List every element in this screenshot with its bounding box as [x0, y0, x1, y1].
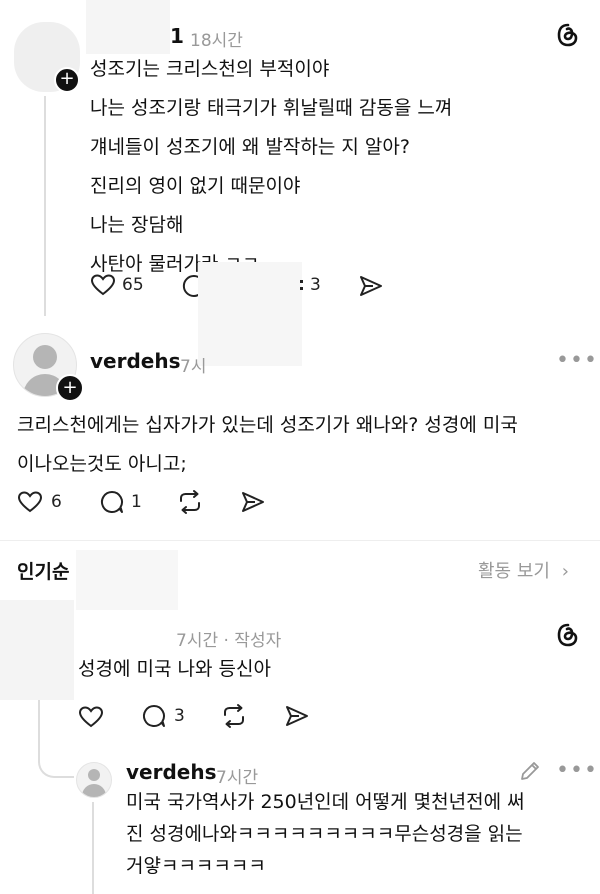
repost-icon[interactable] [300, 280, 303, 283]
share-icon[interactable] [284, 704, 310, 728]
chevron-right-icon: › [561, 561, 569, 582]
more-options-icon[interactable]: ••• [556, 760, 598, 782]
reply-text: 성경에 미국 나와 등신아 [78, 658, 271, 680]
threads-logo-icon [555, 622, 581, 648]
more-options-icon[interactable]: ••• [556, 350, 598, 372]
post-time: 7시 [180, 357, 207, 377]
divider [0, 540, 600, 541]
view-activity-label: 활동 보기 [478, 561, 550, 582]
view-activity-link[interactable]: 활동 보기 › [478, 557, 569, 583]
threads-logo-icon [555, 22, 581, 48]
like-count: 6 [51, 492, 62, 512]
avatar[interactable] [76, 762, 112, 798]
repost-icon[interactable] [220, 703, 248, 729]
thread-connector [92, 802, 94, 894]
redacted-avatar[interactable] [0, 600, 74, 700]
repost-icon[interactable] [176, 489, 204, 515]
username[interactable]: verdehs [90, 349, 181, 373]
heart-icon[interactable] [90, 273, 116, 297]
thread-connector [38, 700, 74, 778]
post-line: 성조기는 크리스천의 부적이야 [90, 58, 330, 80]
reply-line: 미국 국가역사가 250년인데 어떻게 몇천년전에 써 [126, 791, 525, 813]
redacted-block [76, 550, 178, 610]
share-icon[interactable] [358, 274, 384, 298]
post-line: 나는 장담해 [90, 214, 184, 236]
heart-icon[interactable] [78, 705, 104, 729]
reply-line: 거얗ㅋㅋㅋㅋㅋㅋ [126, 855, 266, 877]
reply-meta: 7시간 · 작성자 [176, 631, 282, 651]
post-line: 진리의 영이 없기 때문이야 [90, 175, 301, 197]
username[interactable]: verdehs [126, 760, 217, 784]
comment-icon[interactable] [99, 489, 125, 515]
reply-line: 진 성경에나와ㅋㅋㅋㅋㅋㅋㅋㅋㅋ무슨성경을 읽는 [126, 823, 523, 845]
post-line: 나는 성조기랑 태극기가 휘날릴때 감동을 느껴 [90, 97, 453, 119]
sort-popular-label[interactable]: 인기순 [17, 557, 69, 584]
like-count: 65 [122, 275, 144, 295]
post-line: 이나오는것도 아니고; [17, 453, 187, 475]
redacted-block [198, 262, 302, 366]
thread-connector [44, 96, 46, 316]
post-body: 성조기는 크리스천의 부적이야 나는 성조기랑 태극기가 휘날릴때 감동을 느껴… [90, 50, 452, 284]
comment-count: 3 [174, 706, 185, 726]
repost-count: 3 [310, 275, 321, 295]
post-body: 크리스천에게는 십자가가 있는데 성조기가 왜나와? 성경에 미국 이나오는것도… [17, 406, 518, 484]
follow-plus-icon[interactable]: + [54, 67, 80, 93]
redacted-username [86, 0, 170, 54]
post-line: 걔네들이 성조기에 왜 발작하는 지 알아? [90, 136, 410, 158]
reply-time: 7시간 [216, 768, 259, 788]
share-icon[interactable] [240, 490, 266, 514]
heart-icon[interactable] [17, 490, 43, 514]
post-line: 크리스천에게는 십자가가 있는데 성조기가 왜나와? 성경에 미국 [17, 414, 518, 436]
comment-count: 1 [131, 492, 142, 512]
reply-body: 미국 국가역사가 250년인데 어떻게 몇천년전에 써 진 성경에나와ㅋㅋㅋㅋㅋ… [126, 786, 525, 882]
comment-icon[interactable] [141, 703, 167, 729]
edit-pencil-icon[interactable] [518, 759, 542, 783]
follow-plus-icon[interactable]: + [56, 374, 84, 402]
repost-icon-part [300, 287, 303, 290]
post-time: 18시간 [190, 31, 243, 51]
username-fragment[interactable]: 1 [170, 24, 184, 48]
